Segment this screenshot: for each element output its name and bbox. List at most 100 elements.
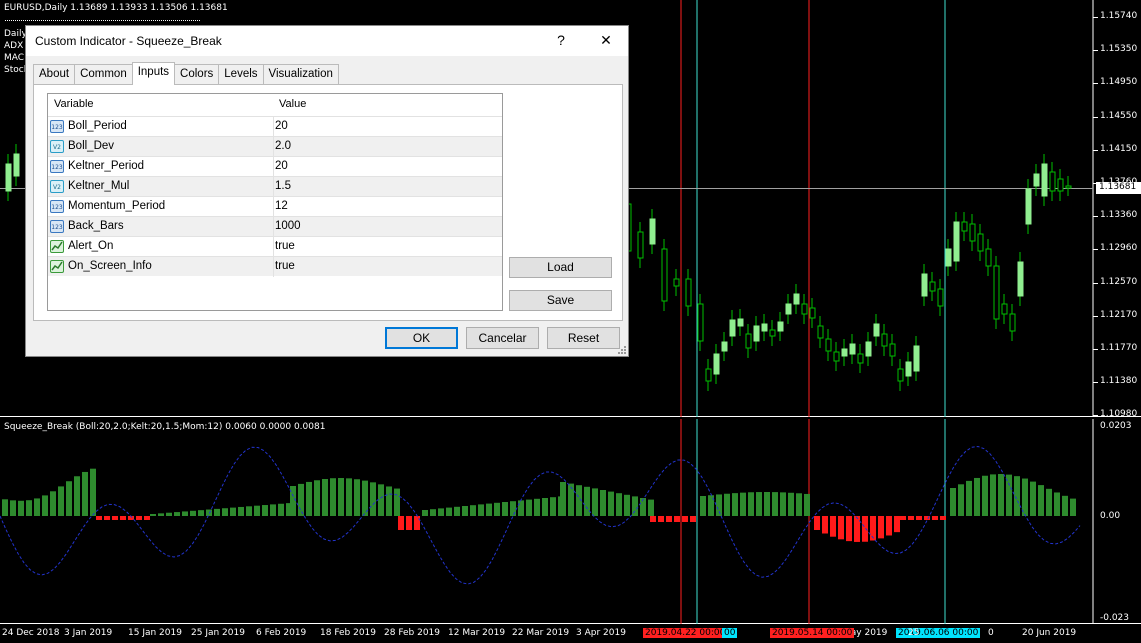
- int-type-icon: 123: [50, 160, 64, 173]
- column-header-variable[interactable]: Variable: [54, 94, 94, 114]
- time-axis-label: 24 Dec 2018: [2, 628, 60, 638]
- dialog-titlebar[interactable]: Custom Indicator - Squeeze_Break ? ✕: [26, 26, 628, 56]
- histogram-bar: [1030, 481, 1036, 516]
- cancel-button[interactable]: Cancelar: [466, 327, 539, 349]
- close-button[interactable]: ✕: [595, 30, 617, 50]
- histogram-bar: [306, 481, 312, 516]
- column-divider: [273, 177, 274, 197]
- resize-grip-icon[interactable]: [618, 346, 626, 354]
- time-highlight-label: 00: [722, 628, 738, 638]
- histogram-bar: [640, 498, 646, 516]
- candle-body: [1041, 163, 1048, 197]
- candle-body: [809, 307, 816, 319]
- input-value-field[interactable]: true: [275, 260, 295, 272]
- bool-type-icon: [50, 240, 64, 253]
- histogram-bar: [254, 505, 260, 516]
- histogram-bar: [214, 508, 220, 516]
- input-row-alert-on[interactable]: Alert_On true: [48, 236, 502, 257]
- ok-button[interactable]: OK: [385, 327, 458, 349]
- histogram-bar: [406, 516, 412, 530]
- input-value-field[interactable]: 20: [275, 160, 288, 172]
- tab-levels[interactable]: Levels: [218, 64, 264, 84]
- histogram-bar: [886, 516, 892, 536]
- candle-body: [769, 329, 776, 337]
- time-axis-label: 3 Jan 2019: [64, 628, 113, 638]
- input-value-field[interactable]: 12: [275, 200, 288, 212]
- price-scale-label: 1.10980: [1100, 409, 1138, 420]
- input-row-boll-period[interactable]: 123 Boll_Period 20: [48, 116, 502, 137]
- input-row-keltner-period[interactable]: 123 Keltner_Period 20: [48, 156, 502, 177]
- candle-body: [1049, 171, 1056, 192]
- price-scale-tick: [1093, 83, 1098, 85]
- histogram-bar: [966, 480, 972, 516]
- column-divider: [273, 257, 274, 277]
- input-value-field[interactable]: 2.0: [275, 140, 291, 152]
- histogram-bar: [198, 510, 204, 516]
- histogram-bar: [650, 516, 656, 522]
- histogram-bar: [940, 516, 946, 520]
- histogram-bar: [96, 516, 102, 520]
- candle-body: [637, 231, 644, 259]
- input-value-field[interactable]: 20: [275, 120, 288, 132]
- histogram-bar: [112, 516, 118, 520]
- input-row-boll-dev[interactable]: V2 Boll_Dev 2.0: [48, 136, 502, 157]
- input-row-back-bars[interactable]: 123 Back_Bars 1000: [48, 216, 502, 237]
- input-value-field[interactable]: true: [275, 240, 295, 252]
- histogram-bar: [916, 516, 922, 520]
- histogram-bar: [158, 513, 164, 516]
- histogram-bar: [616, 493, 622, 516]
- input-row-momentum-period[interactable]: 123 Momentum_Period 12: [48, 196, 502, 217]
- histogram-bar: [796, 493, 802, 516]
- column-divider: [273, 137, 274, 157]
- histogram-bar: [246, 506, 252, 516]
- histogram-bar: [690, 516, 696, 522]
- histogram-bar: [174, 512, 180, 516]
- candle-body: [685, 278, 692, 307]
- histogram-bar: [716, 494, 722, 516]
- current-price-value: 1.13681: [1099, 182, 1137, 192]
- reset-button[interactable]: Reset: [547, 327, 620, 349]
- load-button[interactable]: Load: [509, 257, 612, 278]
- save-button[interactable]: Save: [509, 290, 612, 311]
- histogram-bar: [1014, 476, 1020, 516]
- tab-visualization[interactable]: Visualization: [262, 64, 339, 84]
- histogram-bar: [346, 478, 352, 516]
- input-variable-name: On_Screen_Info: [68, 260, 152, 272]
- tab-common[interactable]: Common: [74, 64, 133, 84]
- time-highlight-label: 2019.04.22 00:00: [643, 628, 728, 638]
- price-scale-tick: [1093, 17, 1098, 18]
- histogram-bar: [314, 480, 320, 516]
- candle-body: [953, 221, 960, 262]
- input-variable-name: Keltner_Mul: [68, 180, 130, 192]
- histogram-bar: [298, 483, 304, 516]
- price-scale-label: 1.12960: [1100, 243, 1138, 254]
- histogram-bar: [788, 492, 794, 516]
- input-value-field[interactable]: 1000: [275, 220, 301, 232]
- candle-body: [745, 333, 752, 349]
- histogram-bar: [144, 516, 150, 520]
- tab-inputs[interactable]: Inputs: [131, 62, 176, 85]
- custom-indicator-dialog: Custom Indicator - Squeeze_Break ? ✕ Abo…: [25, 25, 629, 357]
- candle-body: [729, 319, 736, 337]
- price-scale-label: 1.14550: [1100, 110, 1138, 121]
- price-scale-label: 1.11380: [1100, 376, 1138, 387]
- tab-about[interactable]: About: [33, 64, 76, 84]
- inputs-grid[interactable]: Variable Value 123 Boll_Period 20 V2 Boll_De…: [47, 93, 503, 311]
- histogram-bar: [658, 516, 664, 522]
- histogram-bar: [814, 516, 820, 530]
- candle-body: [793, 293, 800, 305]
- input-row-on-screen-info[interactable]: On_Screen_Info true: [48, 256, 502, 277]
- histogram-bar: [764, 492, 770, 516]
- input-value-field[interactable]: 1.5: [275, 180, 291, 192]
- tab-colors[interactable]: Colors: [174, 64, 220, 84]
- histogram-bar: [830, 516, 836, 537]
- time-axis-label: 15 Jan 2019: [128, 628, 182, 638]
- help-button[interactable]: ?: [550, 30, 572, 50]
- column-header-value[interactable]: Value: [279, 94, 306, 114]
- time-axis-label: 12 Mar 2019: [448, 628, 506, 638]
- candle-body: [889, 343, 896, 357]
- candle-body: [945, 248, 952, 267]
- input-row-keltner-mul[interactable]: V2 Keltner_Mul 1.5: [48, 176, 502, 197]
- squeeze-break-indicator-window[interactable]: [0, 419, 1141, 624]
- histogram-bar: [510, 501, 516, 516]
